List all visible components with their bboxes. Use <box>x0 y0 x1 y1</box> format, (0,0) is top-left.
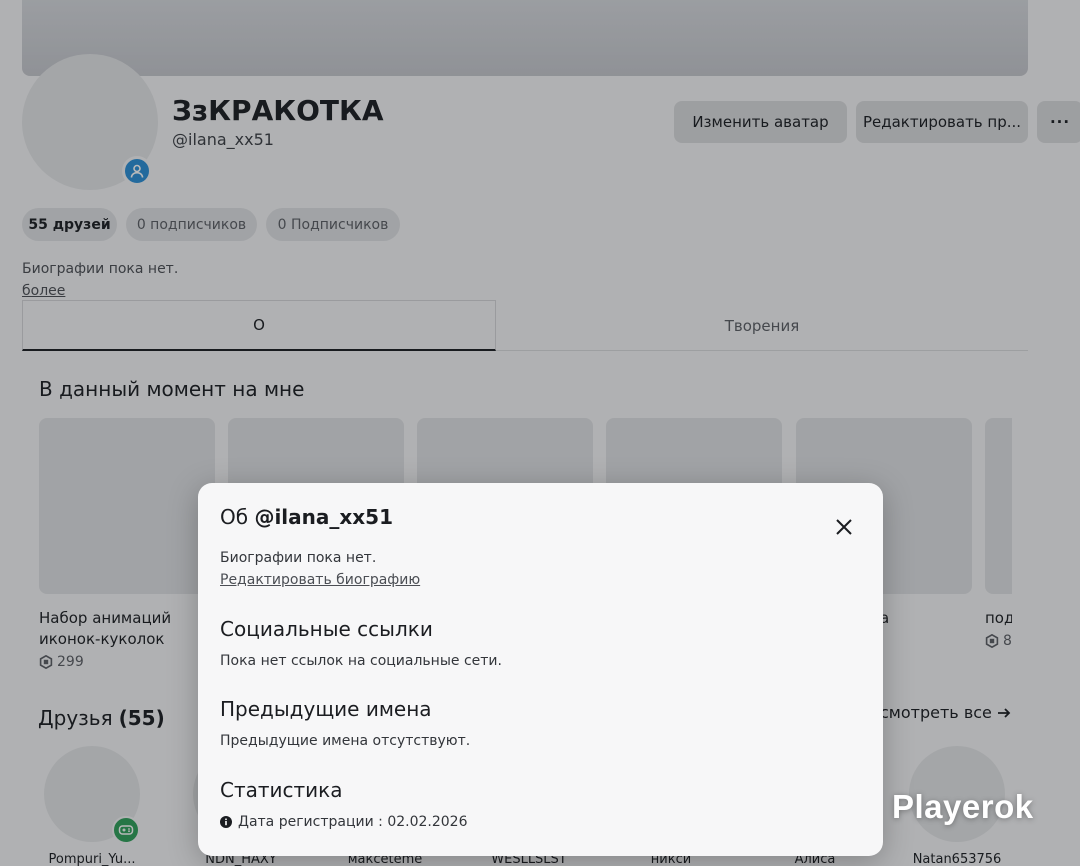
join-date-row: Дата регистрации : 02.02.2026 <box>220 814 467 830</box>
watermark-logo: Playerok <box>892 788 1034 825</box>
about-modal: Об @ilana_xx51 Биографии пока нет. Редак… <box>198 483 883 856</box>
info-icon <box>220 816 232 828</box>
modal-title-prefix: Об <box>220 505 249 529</box>
edit-bio-link[interactable]: Редактировать биографию <box>220 572 420 588</box>
close-icon <box>836 519 852 535</box>
join-date: Дата регистрации : 02.02.2026 <box>238 814 468 830</box>
modal-title-username: @ilana_xx51 <box>254 505 394 529</box>
previous-names-text: Предыдущие имена отсутствуют. <box>220 733 471 749</box>
statistics-heading: Статистика <box>220 778 343 802</box>
modal-bio: Биографии пока нет. <box>220 550 377 566</box>
social-links-heading: Социальные ссылки <box>220 617 433 641</box>
social-links-text: Пока нет ссылок на социальные сети. <box>220 653 502 669</box>
previous-names-heading: Предыдущие имена <box>220 697 432 721</box>
close-button[interactable] <box>822 505 866 549</box>
modal-title: Об @ilana_xx51 <box>220 505 393 529</box>
